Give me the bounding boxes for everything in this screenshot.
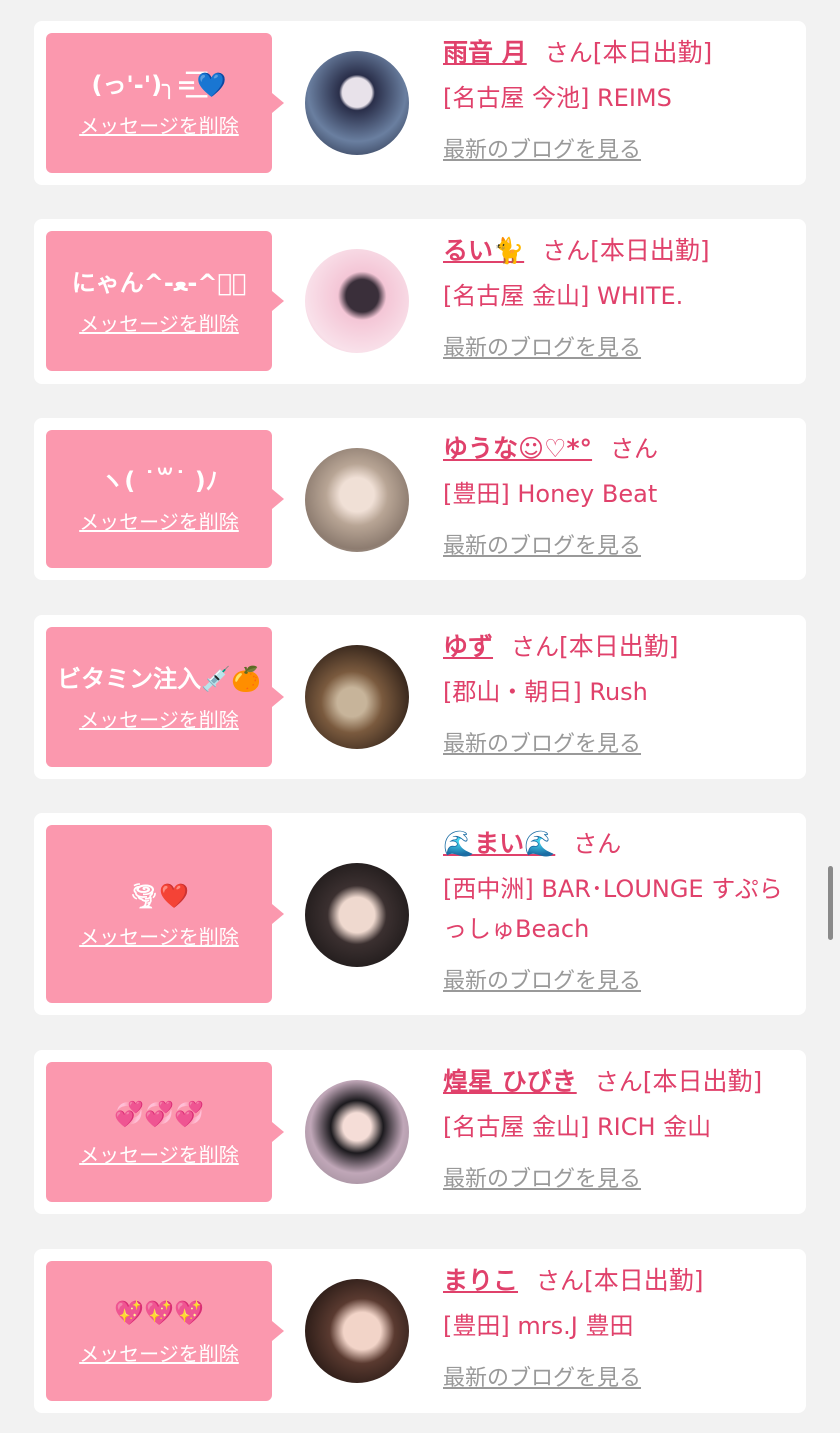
- message-text: にゃん^-ﻌ-^ฅ゙: [71, 268, 247, 297]
- cast-info: 🌊まい🌊 さん [西中洲] BAR･LOUNGE すぷらっしゅBeach 最新のブ…: [443, 827, 792, 995]
- latest-blog-link[interactable]: 最新のブログを見る: [443, 528, 641, 560]
- avatar[interactable]: [305, 51, 409, 155]
- message-bubble: ヽ( ˙꒳˙ )ﾉ メッセージを削除: [46, 430, 284, 568]
- cast-name-link[interactable]: まりこ: [443, 1266, 518, 1295]
- avatar[interactable]: [305, 1279, 409, 1383]
- cast-info: 雨音 月さん[本日出勤] [名古屋 今池] REIMS 最新のブログを見る: [443, 36, 792, 164]
- avatar[interactable]: [305, 863, 409, 967]
- honorific: さん: [544, 39, 593, 67]
- message-text: 💞💞💞: [114, 1099, 204, 1128]
- message-bubble: 💞💞💞 メッセージを削除: [46, 1062, 284, 1202]
- message-text: 💖💖💖: [114, 1298, 204, 1327]
- honorific: さん: [536, 1267, 585, 1295]
- attendance-status: [本日出勤]: [642, 1067, 763, 1096]
- attendance-status: [本日出勤]: [590, 236, 710, 265]
- cast-name-link[interactable]: 雨音 月: [443, 38, 527, 67]
- avatar[interactable]: [305, 249, 409, 353]
- latest-blog-link[interactable]: 最新のブログを見る: [443, 963, 641, 995]
- message-card: 💞💞💞 メッセージを削除 煌星 ひびき さん[本日出勤] [名古屋 金山] RIC…: [34, 1050, 806, 1214]
- message-text: (っ'-')╮=͟͟͞͞💙: [91, 70, 227, 99]
- message-card: ビタミン注入💉🍊 メッセージを削除 ゆず さん[本日出勤] [郡山・朝日] Rus…: [34, 615, 806, 779]
- attendance-status: [本日出勤]: [592, 38, 713, 67]
- message-text: ヽ( ˙꒳˙ )ﾉ: [100, 466, 218, 495]
- delete-message-link[interactable]: メッセージを削除: [79, 506, 239, 535]
- delete-message-link[interactable]: メッセージを削除: [79, 308, 239, 337]
- honorific: さん: [511, 633, 560, 661]
- honorific: さん: [573, 830, 622, 858]
- latest-blog-link[interactable]: 最新のブログを見る: [443, 1360, 641, 1392]
- latest-blog-link[interactable]: 最新のブログを見る: [443, 1161, 641, 1193]
- scrollbar[interactable]: [828, 866, 833, 940]
- cast-info: ゆず さん[本日出勤] [郡山・朝日] Rush 最新のブログを見る: [443, 630, 792, 758]
- avatar[interactable]: [305, 645, 409, 749]
- delete-message-link[interactable]: メッセージを削除: [79, 110, 239, 139]
- avatar[interactable]: [305, 448, 409, 552]
- latest-blog-link[interactable]: 最新のブログを見る: [443, 726, 641, 758]
- cast-name-link[interactable]: るい🐈: [443, 236, 524, 265]
- delete-message-link[interactable]: メッセージを削除: [79, 1139, 239, 1168]
- shop-name: [名古屋 金山] RICH 金山: [443, 1113, 712, 1141]
- latest-blog-link[interactable]: 最新のブログを見る: [443, 132, 641, 164]
- cast-info: 煌星 ひびき さん[本日出勤] [名古屋 金山] RICH 金山 最新のブログを見…: [443, 1065, 792, 1193]
- message-bubble: にゃん^-ﻌ-^ฅ゙ メッセージを削除: [46, 231, 284, 371]
- message-card: ヽ( ˙꒳˙ )ﾉ メッセージを削除 ゆうな☺︎♡*° さん [豊田] Honey…: [34, 418, 806, 580]
- cast-name-link[interactable]: ゆうな☺︎♡*°: [443, 434, 592, 463]
- message-bubble: 🌪❤️ メッセージを削除: [46, 825, 284, 1003]
- cast-info: るい🐈 さん[本日出勤] [名古屋 金山] WHITE. 最新のブログを見る: [443, 234, 792, 362]
- message-card: 🌪❤️ メッセージを削除 🌊まい🌊 さん [西中洲] BAR･LOUNGE すぷら…: [34, 813, 806, 1015]
- cast-info: ゆうな☺︎♡*° さん [豊田] Honey Beat 最新のブログを見る: [443, 432, 792, 560]
- shop-name: [豊田] mrs.J 豊田: [443, 1312, 634, 1340]
- message-card: 💖💖💖 メッセージを削除 まりこ さん[本日出勤] [豊田] mrs.J 豊田 最…: [34, 1249, 806, 1413]
- honorific: さん: [594, 1068, 643, 1096]
- delete-message-link[interactable]: メッセージを削除: [79, 1338, 239, 1367]
- message-card: (っ'-')╮=͟͟͞͞💙 メッセージを削除 雨音 月さん[本日出勤] [名古屋…: [34, 21, 806, 185]
- delete-message-link[interactable]: メッセージを削除: [79, 704, 239, 733]
- cast-name-link[interactable]: 煌星 ひびき: [443, 1067, 577, 1096]
- latest-blog-link[interactable]: 最新のブログを見る: [443, 330, 641, 362]
- shop-name: [名古屋 金山] WHITE.: [443, 282, 684, 310]
- message-card: にゃん^-ﻌ-^ฅ゙ メッセージを削除 るい🐈 さん[本日出勤] [名古屋 金山]…: [34, 219, 806, 384]
- shop-name: [名古屋 今池] REIMS: [443, 84, 672, 112]
- avatar[interactable]: [305, 1080, 409, 1184]
- message-bubble: (っ'-')╮=͟͟͞͞💙 メッセージを削除: [46, 33, 284, 173]
- delete-message-link[interactable]: メッセージを削除: [79, 921, 239, 950]
- message-bubble: 💖💖💖 メッセージを削除: [46, 1261, 284, 1401]
- shop-name: [郡山・朝日] Rush: [443, 678, 648, 706]
- attendance-status: [本日出勤]: [559, 632, 679, 661]
- shop-name: [西中洲] BAR･LOUNGE すぷらっしゅBeach: [443, 875, 783, 943]
- cast-name-link[interactable]: ゆず: [443, 632, 493, 661]
- message-list: (っ'-')╮=͟͟͞͞💙 メッセージを削除 雨音 月さん[本日出勤] [名古屋…: [0, 0, 840, 1433]
- cast-info: まりこ さん[本日出勤] [豊田] mrs.J 豊田 最新のブログを見る: [443, 1264, 792, 1392]
- honorific: さん: [542, 237, 591, 265]
- cast-name-link[interactable]: 🌊まい🌊: [443, 829, 555, 858]
- message-text: ビタミン注入💉🍊: [57, 664, 261, 693]
- honorific: さん: [610, 435, 659, 463]
- message-bubble: ビタミン注入💉🍊 メッセージを削除: [46, 627, 284, 767]
- attendance-status: [本日出勤]: [584, 1266, 704, 1295]
- shop-name: [豊田] Honey Beat: [443, 480, 658, 508]
- message-text: 🌪❤️: [128, 881, 190, 910]
